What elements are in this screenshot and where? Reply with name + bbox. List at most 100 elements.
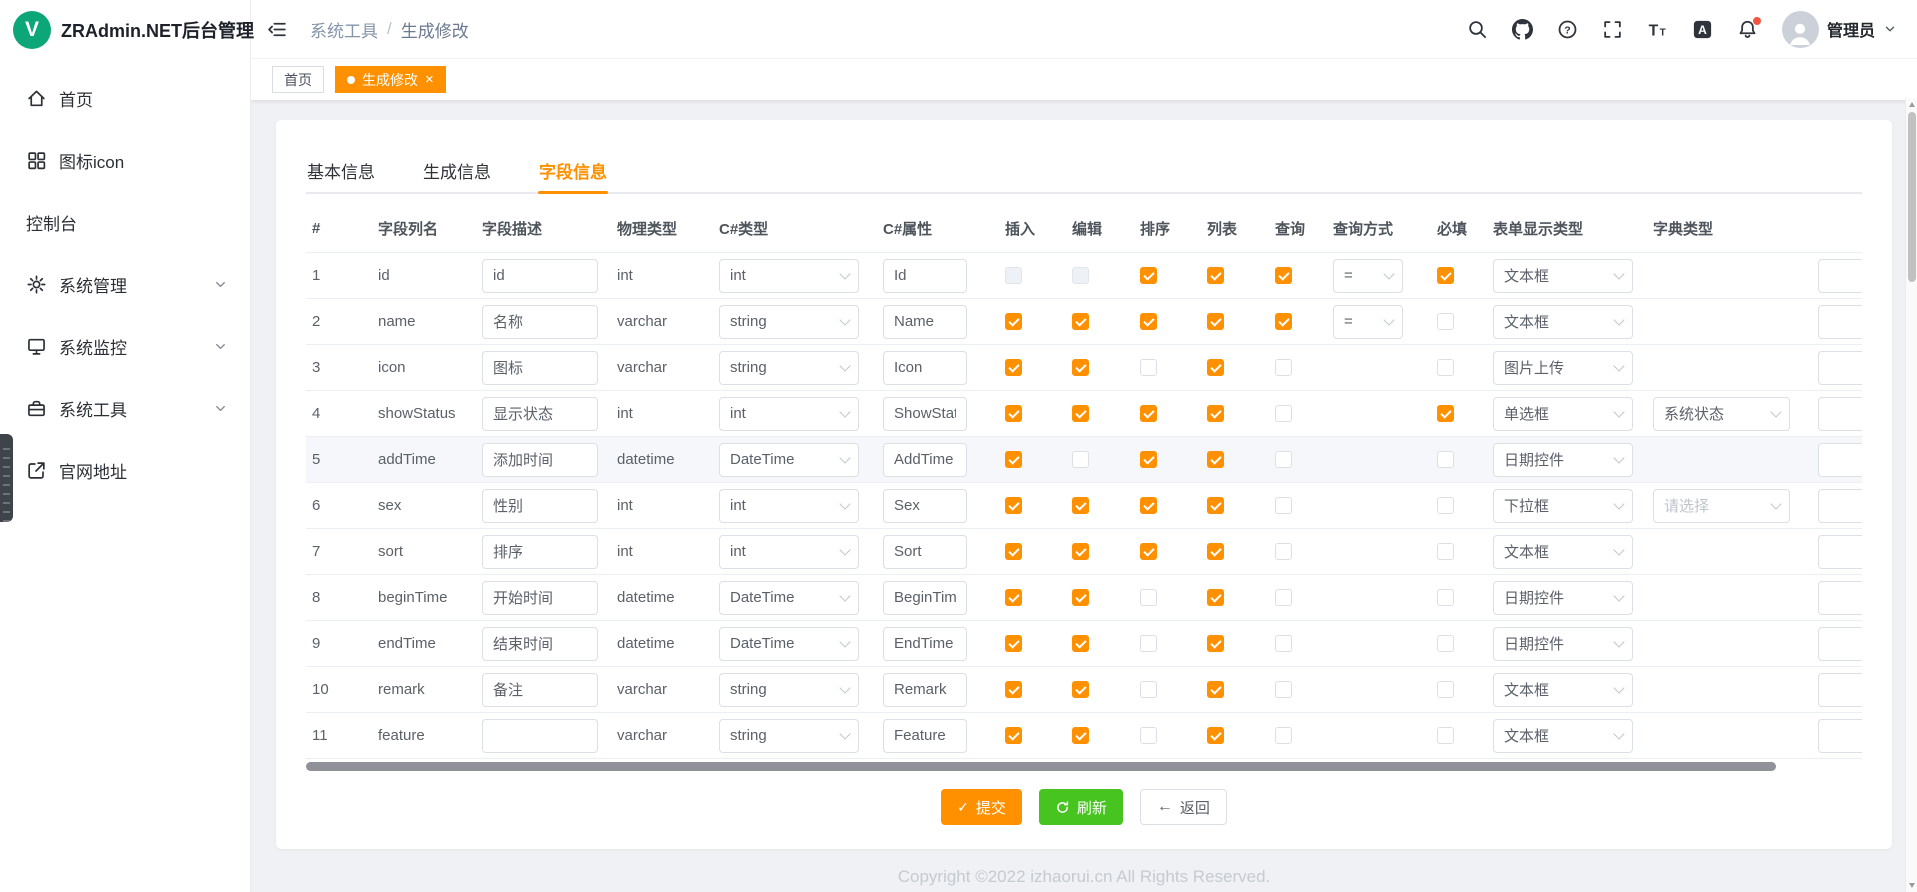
close-icon[interactable] [425, 72, 434, 87]
sort-checkbox[interactable] [1140, 359, 1157, 376]
description-input[interactable] [482, 305, 598, 339]
insert-checkbox[interactable] [1005, 543, 1022, 560]
required-checkbox[interactable] [1437, 589, 1454, 606]
sort-checkbox[interactable] [1140, 681, 1157, 698]
description-input[interactable] [482, 397, 598, 431]
csharp-type-select[interactable]: DateTime [719, 581, 859, 615]
tab-basic-info[interactable]: 基本信息 [306, 146, 376, 192]
list-checkbox[interactable] [1207, 313, 1224, 330]
user-menu[interactable]: 管理员 [1782, 11, 1897, 48]
list-checkbox[interactable] [1207, 451, 1224, 468]
refresh-button[interactable]: 刷新 [1039, 789, 1123, 825]
app-logo[interactable]: V ZRAdmin.NET后台管理 [0, 0, 250, 59]
query-checkbox[interactable] [1275, 681, 1292, 698]
display-type-select[interactable]: 文本框 [1493, 673, 1633, 707]
list-checkbox[interactable] [1207, 681, 1224, 698]
description-input[interactable] [482, 581, 598, 615]
csharp-attr-input[interactable] [883, 581, 967, 615]
query-mode-select[interactable]: = [1333, 259, 1403, 293]
insert-checkbox[interactable] [1005, 635, 1022, 652]
query-checkbox[interactable] [1275, 451, 1292, 468]
sort-checkbox[interactable] [1140, 405, 1157, 422]
vertical-scrollbar[interactable] [1905, 98, 1917, 892]
csharp-type-select[interactable]: int [719, 535, 859, 569]
query-checkbox[interactable] [1275, 405, 1292, 422]
csharp-attr-input[interactable] [883, 673, 967, 707]
sort-checkbox[interactable] [1140, 497, 1157, 514]
insert-checkbox[interactable] [1005, 497, 1022, 514]
csharp-attr-input[interactable] [883, 351, 967, 385]
sidebar-item-system-monitor[interactable]: 系统监控 [0, 315, 250, 377]
display-type-select[interactable]: 文本框 [1493, 305, 1633, 339]
display-type-select[interactable]: 单选框 [1493, 397, 1633, 431]
sort-checkbox[interactable] [1140, 727, 1157, 744]
insert-checkbox[interactable] [1005, 451, 1022, 468]
sidebar-item-system-admin[interactable]: 系统管理 [0, 253, 250, 315]
extra-input[interactable] [1818, 489, 1862, 523]
tag-generate-edit[interactable]: 生成修改 [335, 66, 446, 93]
language-icon[interactable]: A [1692, 19, 1713, 40]
scroll-up-arrow-icon[interactable] [1909, 102, 1915, 107]
required-checkbox[interactable] [1437, 727, 1454, 744]
extra-input[interactable] [1818, 673, 1862, 707]
tab-field-info[interactable]: 字段信息 [538, 146, 608, 192]
help-icon[interactable]: ? [1557, 19, 1578, 40]
edit-checkbox[interactable] [1072, 451, 1089, 468]
sidebar-item-home[interactable]: 首页 [0, 67, 250, 129]
horizontal-scrollbar-thumb[interactable] [306, 762, 1776, 771]
description-input[interactable] [482, 351, 598, 385]
display-type-select[interactable]: 日期控件 [1493, 443, 1633, 477]
insert-checkbox[interactable] [1005, 359, 1022, 376]
display-type-select[interactable]: 文本框 [1493, 719, 1633, 753]
csharp-attr-input[interactable] [883, 397, 967, 431]
insert-checkbox[interactable] [1005, 267, 1022, 284]
display-type-select[interactable]: 文本框 [1493, 259, 1633, 293]
insert-checkbox[interactable] [1005, 681, 1022, 698]
required-checkbox[interactable] [1437, 267, 1454, 284]
query-checkbox[interactable] [1275, 727, 1292, 744]
extra-input[interactable] [1818, 627, 1862, 661]
query-checkbox[interactable] [1275, 359, 1292, 376]
display-type-select[interactable]: 图片上传 [1493, 351, 1633, 385]
csharp-attr-input[interactable] [883, 535, 967, 569]
required-checkbox[interactable] [1437, 635, 1454, 652]
edit-checkbox[interactable] [1072, 313, 1089, 330]
display-type-select[interactable]: 日期控件 [1493, 581, 1633, 615]
required-checkbox[interactable] [1437, 313, 1454, 330]
insert-checkbox[interactable] [1005, 405, 1022, 422]
csharp-type-select[interactable]: string [719, 719, 859, 753]
edit-checkbox[interactable] [1072, 727, 1089, 744]
extra-input[interactable] [1818, 259, 1862, 293]
extra-input[interactable] [1818, 397, 1862, 431]
query-checkbox[interactable] [1275, 267, 1292, 284]
edit-checkbox[interactable] [1072, 589, 1089, 606]
csharp-attr-input[interactable] [883, 443, 967, 477]
csharp-type-select[interactable]: DateTime [719, 627, 859, 661]
list-checkbox[interactable] [1207, 267, 1224, 284]
github-icon[interactable] [1512, 19, 1533, 40]
csharp-type-select[interactable]: string [719, 673, 859, 707]
csharp-attr-input[interactable] [883, 259, 967, 293]
scroll-down-arrow-icon[interactable] [1909, 883, 1915, 888]
description-input[interactable] [482, 673, 598, 707]
dict-type-select[interactable]: 请选择 [1653, 489, 1790, 523]
csharp-type-select[interactable]: DateTime [719, 443, 859, 477]
display-type-select[interactable]: 文本框 [1493, 535, 1633, 569]
description-input[interactable] [482, 489, 598, 523]
csharp-attr-input[interactable] [883, 489, 967, 523]
search-icon[interactable] [1467, 19, 1488, 40]
description-input[interactable] [482, 259, 598, 293]
edit-checkbox[interactable] [1072, 543, 1089, 560]
display-type-select[interactable]: 下拉框 [1493, 489, 1633, 523]
insert-checkbox[interactable] [1005, 727, 1022, 744]
extra-input[interactable] [1818, 351, 1862, 385]
csharp-type-select[interactable]: string [719, 305, 859, 339]
edit-checkbox[interactable] [1072, 359, 1089, 376]
required-checkbox[interactable] [1437, 451, 1454, 468]
query-checkbox[interactable] [1275, 497, 1292, 514]
sidebar-item-icons[interactable]: 图标icon [0, 129, 250, 191]
collapse-menu-icon[interactable] [267, 19, 288, 40]
back-button[interactable]: 返回 [1140, 789, 1227, 825]
required-checkbox[interactable] [1437, 359, 1454, 376]
required-checkbox[interactable] [1437, 543, 1454, 560]
